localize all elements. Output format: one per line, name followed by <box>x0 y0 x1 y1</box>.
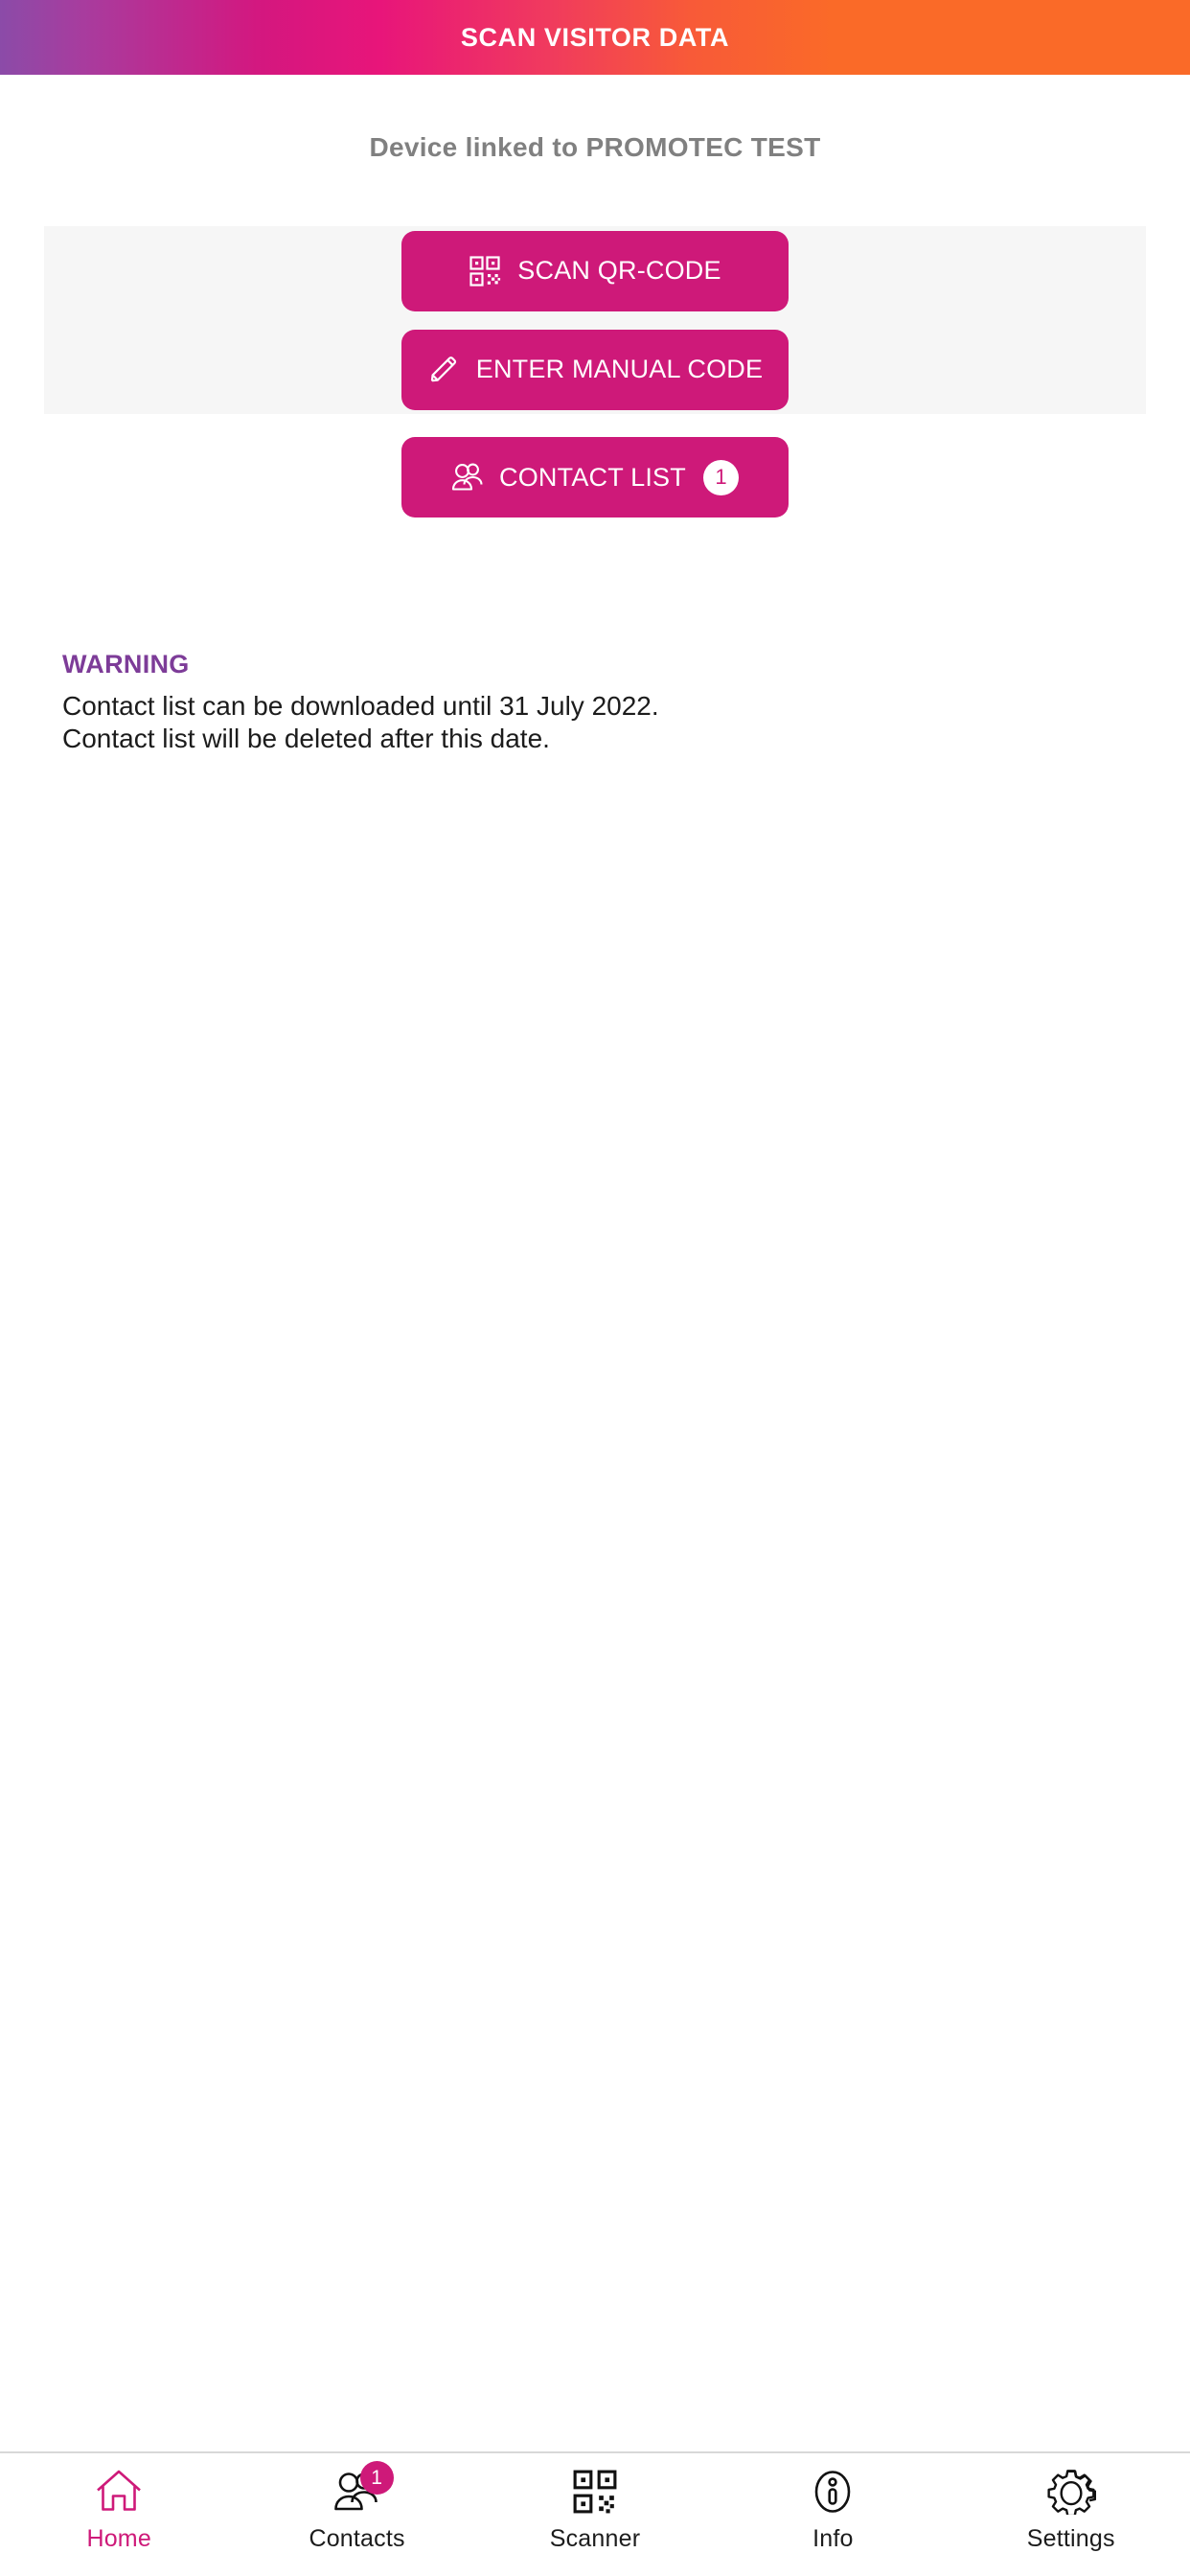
info-icon <box>806 2465 859 2518</box>
enter-manual-code-button[interactable]: ENTER MANUAL CODE <box>401 329 789 410</box>
main-content: Device linked to PROMOTEC TEST SCAN QR-C… <box>0 75 1190 2451</box>
nav-item-info[interactable]: Info <box>714 2465 951 2553</box>
nav-item-settings[interactable]: Settings <box>952 2465 1190 2553</box>
scan-qr-code-button[interactable]: SCAN QR-CODE <box>401 230 789 311</box>
people-icon: 1 <box>331 2461 394 2518</box>
warning-heading: WARNING <box>62 650 190 678</box>
warning-line-1: Contact list can be downloaded until 31 … <box>62 691 659 721</box>
contact-list-count-badge: 1 <box>702 459 739 495</box>
device-link-status: Device linked to PROMOTEC TEST <box>369 132 821 162</box>
qr-code-icon <box>469 255 501 288</box>
warning-line-2: Contact list will be deleted after this … <box>62 724 550 754</box>
nav-label-settings: Settings <box>1026 2525 1115 2552</box>
nav-label-scanner: Scanner <box>549 2525 641 2552</box>
nav-item-scanner[interactable]: Scanner <box>476 2465 714 2553</box>
nav-label-contacts: Contacts <box>309 2525 405 2552</box>
warning-section: WARNING Contact list can be downloaded u… <box>62 650 1144 755</box>
home-icon <box>92 2465 146 2518</box>
nav-item-contacts[interactable]: 1 Contacts <box>238 2461 475 2553</box>
scan-actions-card: SCAN QR-CODE ENTER MANUAL CODE <box>44 226 1146 414</box>
contact-list-label: CONTACT LIST <box>499 462 686 492</box>
nav-label-info: Info <box>812 2525 854 2552</box>
scan-qr-code-label: SCAN QR-CODE <box>517 256 721 285</box>
nav-label-home: Home <box>86 2525 151 2552</box>
qr-code-icon <box>568 2465 622 2518</box>
gear-icon <box>1044 2465 1098 2518</box>
contact-list-button[interactable]: CONTACT LIST 1 <box>401 437 789 518</box>
pencil-icon <box>427 354 460 386</box>
enter-manual-code-label: ENTER MANUAL CODE <box>475 355 764 383</box>
bottom-navigation: Home 1 Contacts Scanner Info Settings <box>0 2451 1190 2576</box>
app-root: SCAN VISITOR DATA Device linked to PROMO… <box>0 0 1190 2576</box>
page-title: SCAN VISITOR DATA <box>460 22 730 52</box>
nav-item-home[interactable]: Home <box>0 2465 238 2553</box>
app-header: SCAN VISITOR DATA <box>0 0 1190 75</box>
contacts-badge: 1 <box>359 2461 394 2495</box>
people-icon <box>451 461 486 494</box>
